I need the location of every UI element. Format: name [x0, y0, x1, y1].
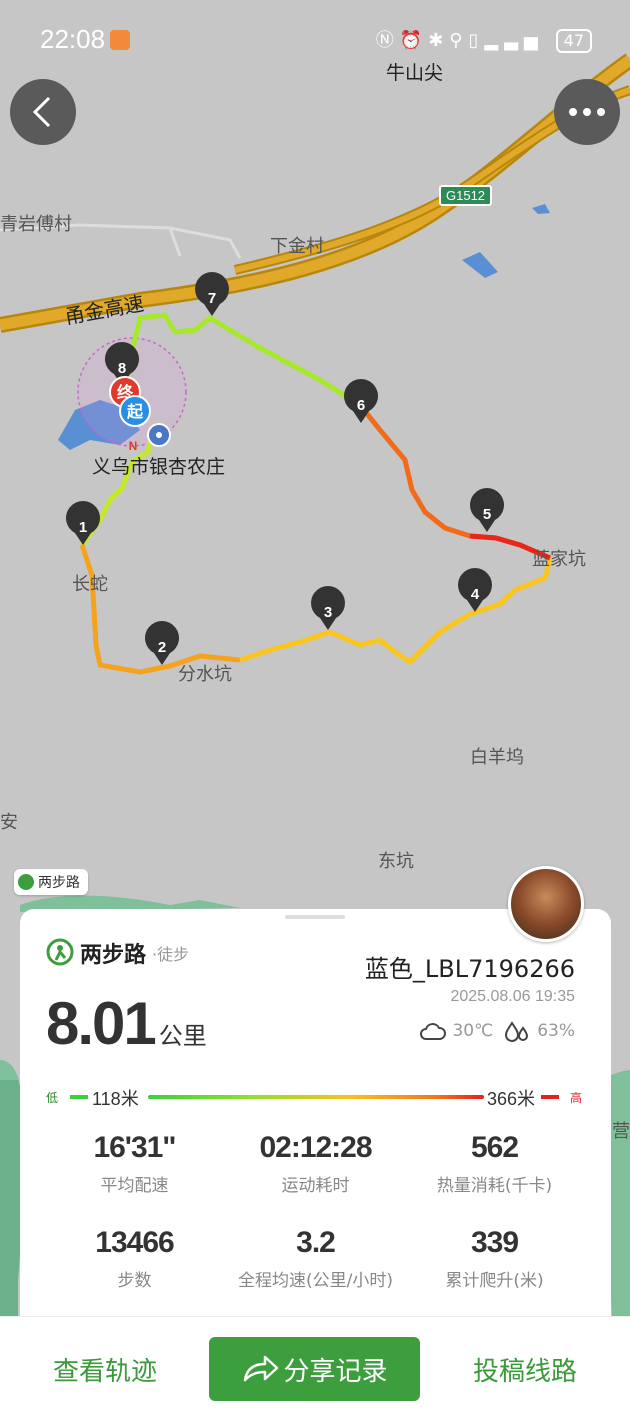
stat-steps: 13466 步数: [36, 1226, 233, 1291]
stat-label: 累计爬升(米): [445, 1271, 544, 1291]
view-track-button[interactable]: 查看轨迹: [30, 1337, 180, 1401]
highway-sign: G1512: [439, 185, 493, 206]
activity-type: ·徒步: [152, 945, 190, 964]
stat-label: 平均配速: [100, 1176, 169, 1196]
humidity: 63%: [537, 1021, 575, 1041]
map-label-fenshuikeng: 分水坑: [178, 664, 232, 685]
map-label-ying: 营: [612, 1121, 630, 1142]
app-logo: 两步路 ·徒步: [46, 937, 189, 969]
map-label-baiyangwu: 白羊坞: [470, 747, 524, 768]
highway-road: [0, 53, 630, 333]
stat-elevation-gain: 339 累计爬升(米): [396, 1226, 593, 1291]
vibrate-icon: ▯: [468, 30, 485, 51]
distance-unit: 公里: [158, 1022, 207, 1050]
track-east: [358, 403, 551, 561]
elevation-low-label: 低: [46, 1091, 59, 1105]
stat-label: 步数: [117, 1271, 152, 1291]
elevation-max: 366米: [484, 1085, 539, 1111]
status-time: 22:08: [40, 24, 106, 54]
submit-route-button[interactable]: 投稿线路: [450, 1337, 600, 1401]
alarm-icon: ⏰: [399, 30, 429, 51]
stat-value: 13466: [95, 1226, 174, 1259]
user-avatar[interactable]: [508, 866, 584, 942]
stat-value: 3.2: [296, 1226, 336, 1259]
elevation-range-bar: 低 118米 366米 高: [44, 1085, 584, 1111]
bluetooth-icon: ✱: [428, 30, 450, 51]
brand-tag-label: 两步路: [38, 875, 80, 891]
map-brand-tag: 两步路: [14, 869, 88, 895]
stat-value: 16'31": [93, 1131, 176, 1164]
drag-handle[interactable]: [285, 915, 345, 919]
record-summary-card: 两步路 ·徒步 蓝色_LBL7196266 2025.08.06 19:35 3…: [20, 909, 611, 1329]
map-label-changshe: 长蛇: [72, 574, 108, 595]
stat-avg-speed: 3.2 全程均速(公里/小时): [217, 1226, 414, 1291]
stat-duration: 02:12:28 运动耗时: [217, 1131, 414, 1196]
stat-label: 运动耗时: [281, 1176, 350, 1196]
app-name: 两步路: [80, 943, 147, 968]
track-green: [79, 431, 155, 547]
back-button[interactable]: [10, 79, 76, 145]
humidity-icon: [505, 1021, 529, 1042]
chevron-left-icon: [32, 96, 51, 128]
nfc-icon: Ⓝ: [375, 30, 400, 51]
stat-value: 562: [470, 1131, 519, 1164]
notification-icon: [110, 30, 130, 50]
weather-info: 30℃ 63%: [420, 1019, 575, 1043]
record-datetime: 2025.08.06 19:35: [450, 988, 575, 1005]
stat-avg-pace: 16'31" 平均配速: [36, 1131, 233, 1196]
track-south: [239, 557, 553, 665]
stat-label: 全程均速(公里/小时): [238, 1271, 393, 1291]
track-west: [79, 544, 241, 675]
share-label: 分享记录: [283, 1356, 388, 1387]
cloud-icon: [420, 1023, 447, 1040]
map-label-dongkeng: 东坑: [378, 851, 414, 872]
liangbulu-logo-icon: [46, 938, 74, 966]
battery-indicator: 47: [555, 29, 592, 53]
more-icon: [569, 108, 605, 116]
stat-value: 339: [470, 1226, 519, 1259]
stat-calories: 562 热量消耗(千卡): [396, 1131, 593, 1196]
bottom-action-bar: 查看轨迹 分享记录 投稿线路: [0, 1316, 630, 1423]
map-label-an: 安: [0, 812, 18, 833]
elevation-high-label: 高: [570, 1091, 583, 1105]
elevation-min: 118米: [89, 1085, 142, 1111]
stat-label: 热量消耗(千卡): [436, 1176, 553, 1196]
location-icon: ⚲: [449, 30, 469, 51]
map-label-niushanjian: 牛山尖: [386, 62, 444, 84]
temperature: 30℃: [452, 1021, 494, 1041]
map-label-lanjiakeng: 蓝家坑: [532, 549, 586, 570]
status-bar: 22:08 Ⓝ⏰✱⚲▯▂▃▅ 47: [0, 0, 630, 80]
signal-icon: ▂▃▅: [484, 30, 544, 51]
total-distance: 8.01 公里: [46, 989, 207, 1058]
stat-value: 02:12:28: [259, 1131, 372, 1164]
map-label-qingyan: 青岩傅村: [0, 214, 72, 235]
distance-value: 8.01: [46, 990, 157, 1057]
more-button[interactable]: [554, 79, 620, 145]
share-record-button[interactable]: 分享记录: [209, 1337, 420, 1401]
map-label-nongzhuang: 义乌市银杏农庄: [92, 456, 226, 478]
elevation-gradient: [148, 1095, 484, 1099]
share-icon: [244, 1355, 279, 1382]
brand-logo-icon: [18, 874, 34, 890]
map-label-xiajin: 下金村: [270, 236, 324, 257]
status-icons: Ⓝ⏰✱⚲▯▂▃▅ 47: [376, 26, 592, 53]
username: 蓝色_LBL7196266: [364, 955, 575, 983]
